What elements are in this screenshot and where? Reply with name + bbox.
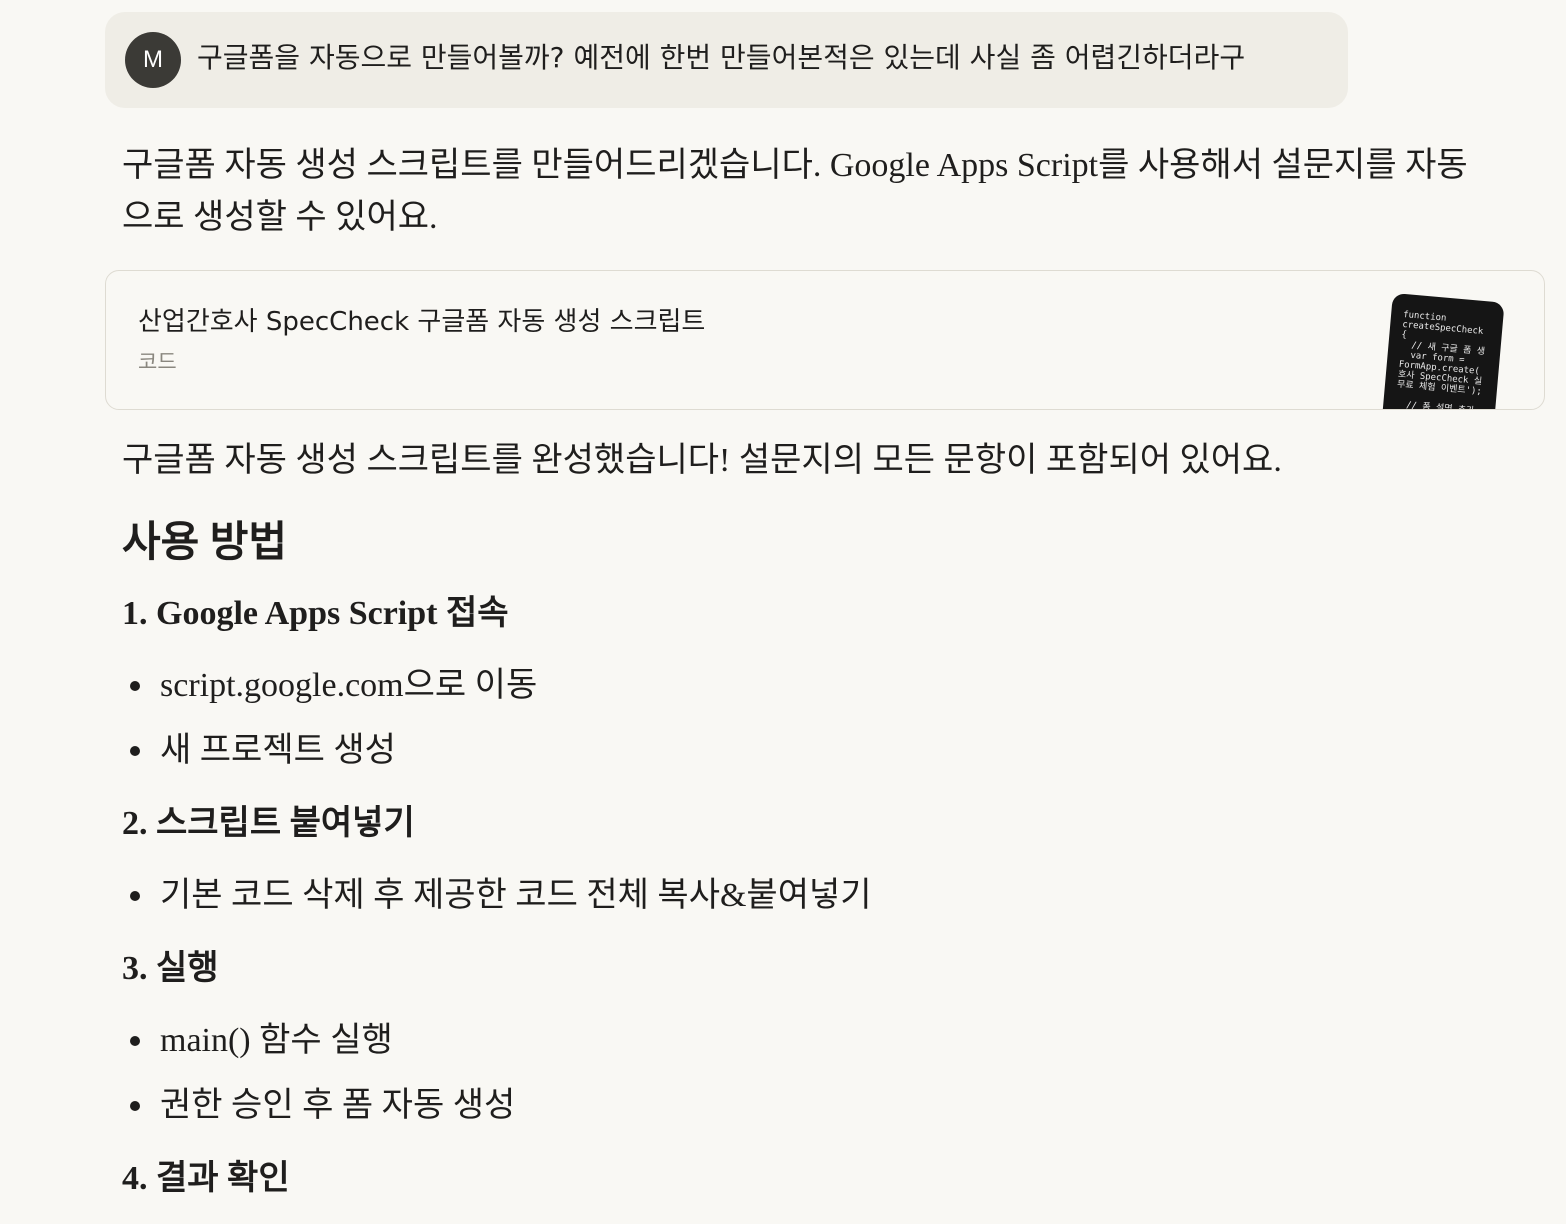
list-item: main() 함수 실행 bbox=[130, 1017, 393, 1065]
step-heading: 4. 결과 확인 bbox=[122, 1160, 290, 1197]
bullet-icon bbox=[130, 891, 140, 902]
list-item-text: 권한 승인 후 폼 자동 생성 bbox=[160, 1087, 516, 1124]
artifact-title: 산업간호사 SpecCheck 구글폼 자동 생성 스크립트 bbox=[138, 307, 706, 337]
bullet-icon bbox=[130, 681, 140, 692]
list-item: 새 프로젝트 생성 bbox=[130, 727, 396, 775]
assistant-done-text: 구글폼 자동 생성 스크립트를 완성했습니다! 설문지의 모든 문항이 포함되어… bbox=[122, 442, 1282, 479]
list-item-text: 기본 코드 삭제 후 제공한 코드 전체 복사&붙여넣기 bbox=[160, 877, 872, 914]
step-heading: 3. 실행 bbox=[122, 950, 219, 987]
list-item-text: script.google.com으로 이동 bbox=[160, 667, 538, 704]
list-item: script.google.com으로 이동 bbox=[130, 662, 537, 710]
step-heading: 2. 스크립트 붙여넣기 bbox=[122, 805, 415, 842]
user-avatar: M bbox=[125, 32, 181, 88]
list-item: 권한 승인 후 폼 자동 생성 bbox=[130, 1082, 515, 1130]
artifact-type-label: 코드 bbox=[138, 350, 177, 374]
user-message-text: 구글폼을 자동으로 만들어볼까? 예전에 한번 만들어본적은 있는데 사실 좀 … bbox=[197, 41, 1246, 74]
artifact-code-thumbnail: function createSpecCheck { // 새 구글 폼 생 v… bbox=[1379, 293, 1505, 410]
bullet-icon bbox=[130, 746, 140, 757]
artifact-card[interactable]: 산업간호사 SpecCheck 구글폼 자동 생성 스크립트 코드 functi… bbox=[105, 270, 1545, 410]
bullet-icon bbox=[130, 1036, 140, 1047]
assistant-intro-text: 구글폼 자동 생성 스크립트를 만들어드리겠습니다. Google Apps S… bbox=[122, 147, 1468, 236]
user-message-bubble: M 구글폼을 자동으로 만들어볼까? 예전에 한번 만들어본적은 있는데 사실 … bbox=[105, 12, 1348, 108]
step-heading: 1. Google Apps Script 접속 bbox=[122, 595, 509, 632]
list-item: 기본 코드 삭제 후 제공한 코드 전체 복사&붙여넣기 bbox=[130, 872, 872, 920]
list-item-text: main() 함수 실행 bbox=[160, 1022, 393, 1059]
thumbnail-code-text: function createSpecCheck { // 새 구글 폼 생 v… bbox=[1394, 309, 1486, 410]
bullet-icon bbox=[130, 1101, 140, 1112]
usage-section-heading: 사용 방법 bbox=[122, 520, 288, 566]
list-item-text: 새 프로젝트 생성 bbox=[160, 732, 396, 769]
